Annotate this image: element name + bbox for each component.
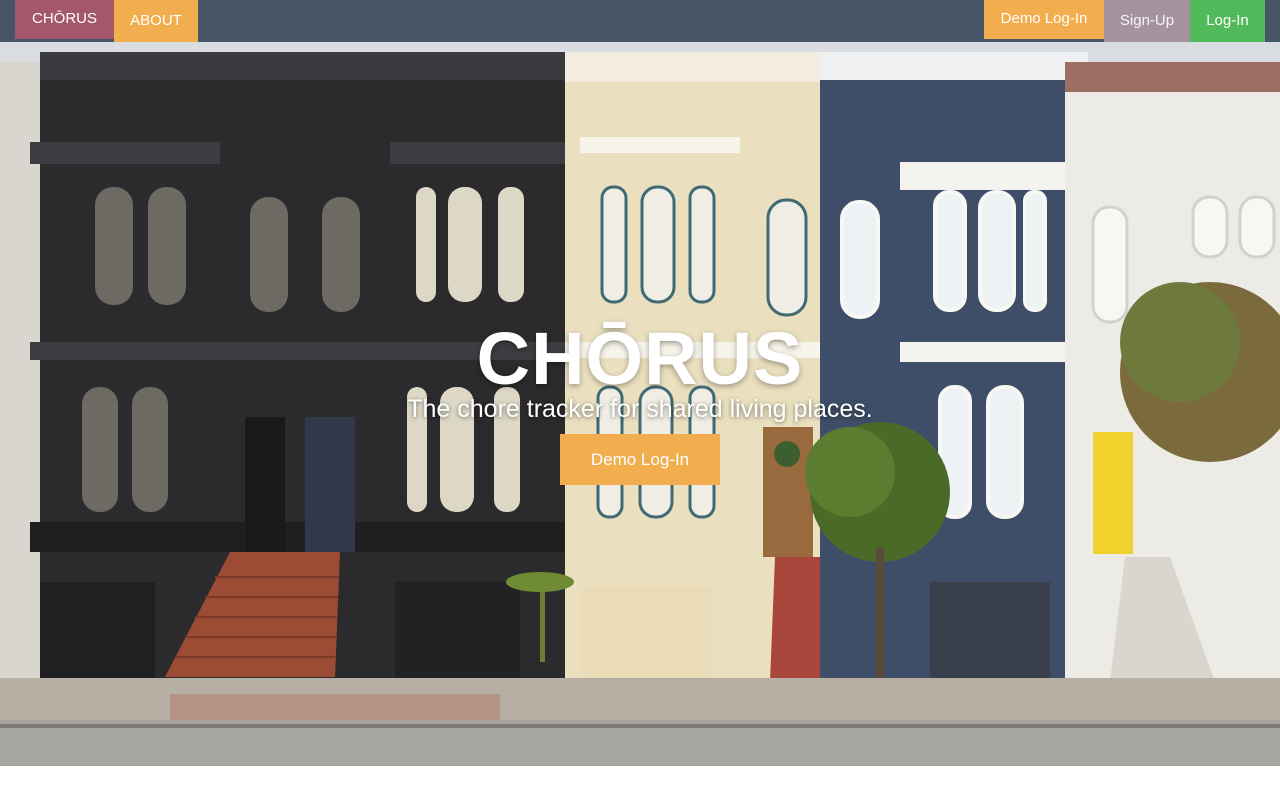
logo-home-button[interactable]: CHŌRUS [15,0,114,39]
hero-tagline: The chore tracker for shared living plac… [407,395,873,423]
top-navbar: CHŌRUS ABOUT Demo Log-In Sign-Up Log-In [0,0,1280,42]
hero-title: CHŌRUS [476,317,804,400]
demo-login-button[interactable]: Demo Log-In [984,0,1104,39]
about-button[interactable]: ABOUT [114,0,198,42]
login-button[interactable]: Log-In [1190,0,1265,42]
signup-button[interactable]: Sign-Up [1104,0,1190,42]
hero-section: CHŌRUS The chore tracker for shared livi… [0,42,1280,766]
hero-demo-login-button[interactable]: Demo Log-In [560,434,720,485]
